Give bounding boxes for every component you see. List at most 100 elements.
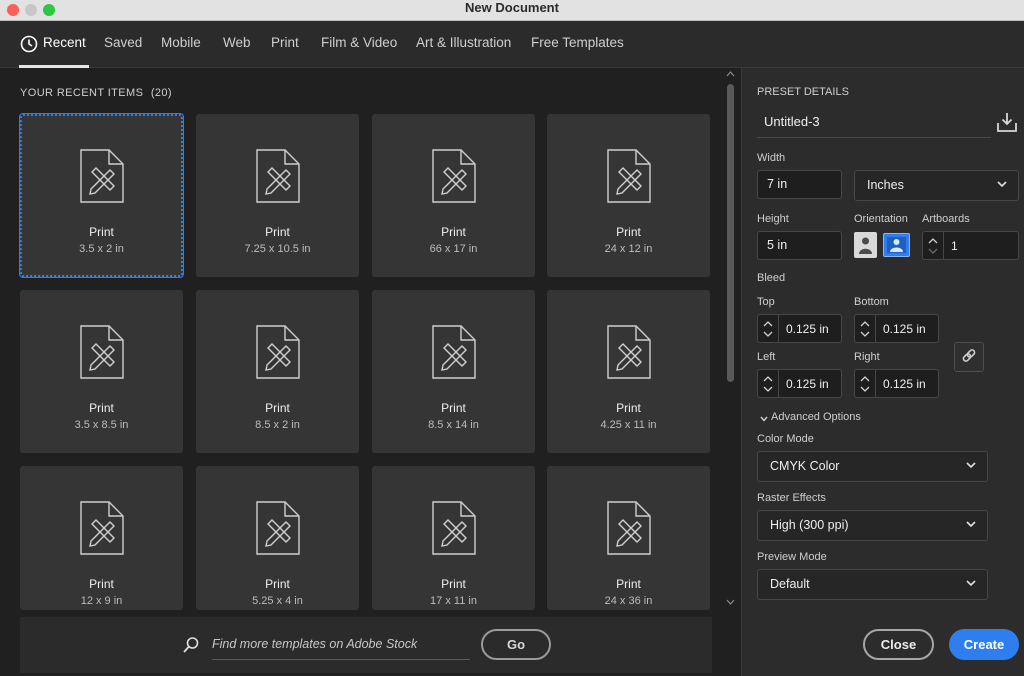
scroll-down-arrow[interactable] [726,598,735,607]
recent-item-card[interactable]: Print 8.5 x 14 in [372,290,535,453]
go-button[interactable]: Go [481,629,551,660]
tab-print[interactable]: Print [271,35,299,50]
recent-items-title: YOUR RECENT ITEMS [20,87,144,99]
save-preset-icon[interactable] [996,111,1018,133]
recent-item-card[interactable]: Print 3.5 x 2 in [19,113,184,278]
recent-item-card[interactable]: Print 17 x 11 in [372,466,535,610]
bleed-right-label: Right [854,351,880,363]
scrollbar-thumb[interactable] [727,84,734,382]
preview-mode-value: Default [770,577,810,591]
print-document-icon [431,324,477,380]
close-button[interactable]: Close [863,629,934,660]
bleed-bottom-spin-buttons[interactable] [855,315,876,342]
height-label: Height [757,213,789,225]
landscape-orientation-icon[interactable] [883,233,910,257]
units-dropdown[interactable]: Inches [854,170,1019,201]
bleed-bottom-value: 0.125 in [883,322,926,336]
recent-item-name: Print [89,401,114,415]
title-bar: New Document [0,0,1024,21]
tab-free-templates[interactable]: Free Templates [531,35,624,50]
tab-saved[interactable]: Saved [104,35,142,50]
recent-item-size: 24 x 12 in [604,243,653,255]
category-tabs: Recent Saved Mobile Web Print Film & Vid… [0,21,1024,68]
tab-film-video[interactable]: Film & Video [321,35,397,50]
recent-item-card[interactable]: Print 7.25 x 10.5 in [196,114,359,277]
recent-item-name: Print [265,225,290,239]
bleed-top-stepper[interactable]: 0.125 in [757,314,842,343]
document-name-field[interactable]: Untitled-3 [757,108,991,138]
advanced-options-toggle[interactable]: Advanced Options [771,411,861,423]
height-input[interactable]: 5 in [757,231,842,260]
bleed-label: Bleed [757,272,786,284]
preset-details-title: PRESET DETAILS [757,86,849,98]
chevron-down-icon[interactable] [759,411,769,422]
recent-item-card[interactable]: Print 24 x 36 in [547,466,710,610]
recent-item-card[interactable]: Print 66 x 17 in [372,114,535,277]
tab-mobile[interactable]: Mobile [161,35,201,50]
chevron-down-icon [964,517,978,531]
bleed-top-value: 0.125 in [786,322,829,336]
link-bleed-icon[interactable] [954,342,984,372]
clock-icon [20,35,38,53]
height-value: 5 in [767,238,788,252]
print-document-icon [79,324,125,380]
width-value: 7 in [767,177,788,191]
recent-item-size: 8.5 x 14 in [428,419,479,431]
print-document-icon [606,148,652,204]
orientation-label: Orientation [854,213,908,225]
print-document-icon [255,148,301,204]
create-button[interactable]: Create [949,629,1019,660]
raster-effects-dropdown[interactable]: High (300 ppi) [757,510,988,541]
chevron-down-icon [964,576,978,590]
recent-item-card[interactable]: Print 3.5 x 8.5 in [20,290,183,453]
bleed-left-stepper[interactable]: 0.125 in [757,369,842,398]
bleed-right-spin-buttons[interactable] [855,370,876,397]
recent-item-name: Print [616,577,641,591]
recent-item-size: 5.25 x 4 in [252,595,303,607]
chevron-down-icon [964,458,978,472]
print-document-icon [431,500,477,556]
bleed-right-stepper[interactable]: 0.125 in [854,369,939,398]
portrait-orientation-icon[interactable] [854,232,877,258]
recent-item-name: Print [616,401,641,415]
bleed-top-spin-buttons[interactable] [758,315,779,342]
bleed-bottom-label: Bottom [854,296,889,308]
tab-art-illustration[interactable]: Art & Illustration [416,35,511,50]
recent-item-name: Print [89,225,114,239]
bleed-left-spin-buttons[interactable] [758,370,779,397]
print-document-icon [431,148,477,204]
artboards-value: 1 [951,239,958,253]
width-input[interactable]: 7 in [757,170,842,199]
scroll-up-arrow[interactable] [726,70,735,79]
recent-item-card[interactable]: Print 5.25 x 4 in [196,466,359,610]
recent-item-name: Print [441,577,466,591]
color-mode-label: Color Mode [757,433,814,445]
recent-item-name: Print [265,401,290,415]
color-mode-dropdown[interactable]: CMYK Color [757,451,988,482]
print-document-icon [606,324,652,380]
tab-web[interactable]: Web [223,35,251,50]
window-title: New Document [465,0,559,15]
recent-item-card[interactable]: Print 24 x 12 in [547,114,710,277]
bleed-top-label: Top [757,296,775,308]
artboards-stepper[interactable]: 1 [922,231,1019,260]
recent-item-size: 4.25 x 11 in [600,419,657,431]
search-icon [182,636,200,654]
bleed-left-label: Left [757,351,776,363]
tab-recent[interactable]: Recent [43,35,86,50]
artboards-label: Artboards [922,213,970,225]
width-label: Width [757,152,786,164]
units-value: Inches [867,178,904,192]
recent-item-size: 66 x 17 in [429,243,478,255]
artboards-spin-buttons[interactable] [923,232,944,259]
recent-item-card[interactable]: Print 8.5 x 2 in [196,290,359,453]
print-document-icon [255,500,301,556]
recent-item-card[interactable]: Print 4.25 x 11 in [547,290,710,453]
recent-item-size: 24 x 36 in [604,595,653,607]
preview-mode-dropdown[interactable]: Default [757,569,988,600]
chevron-down-icon [995,177,1009,191]
recent-item-card[interactable]: Print 12 x 9 in [20,466,183,610]
stock-search-input[interactable] [212,628,470,660]
recent-item-name: Print [265,577,290,591]
bleed-bottom-stepper[interactable]: 0.125 in [854,314,939,343]
